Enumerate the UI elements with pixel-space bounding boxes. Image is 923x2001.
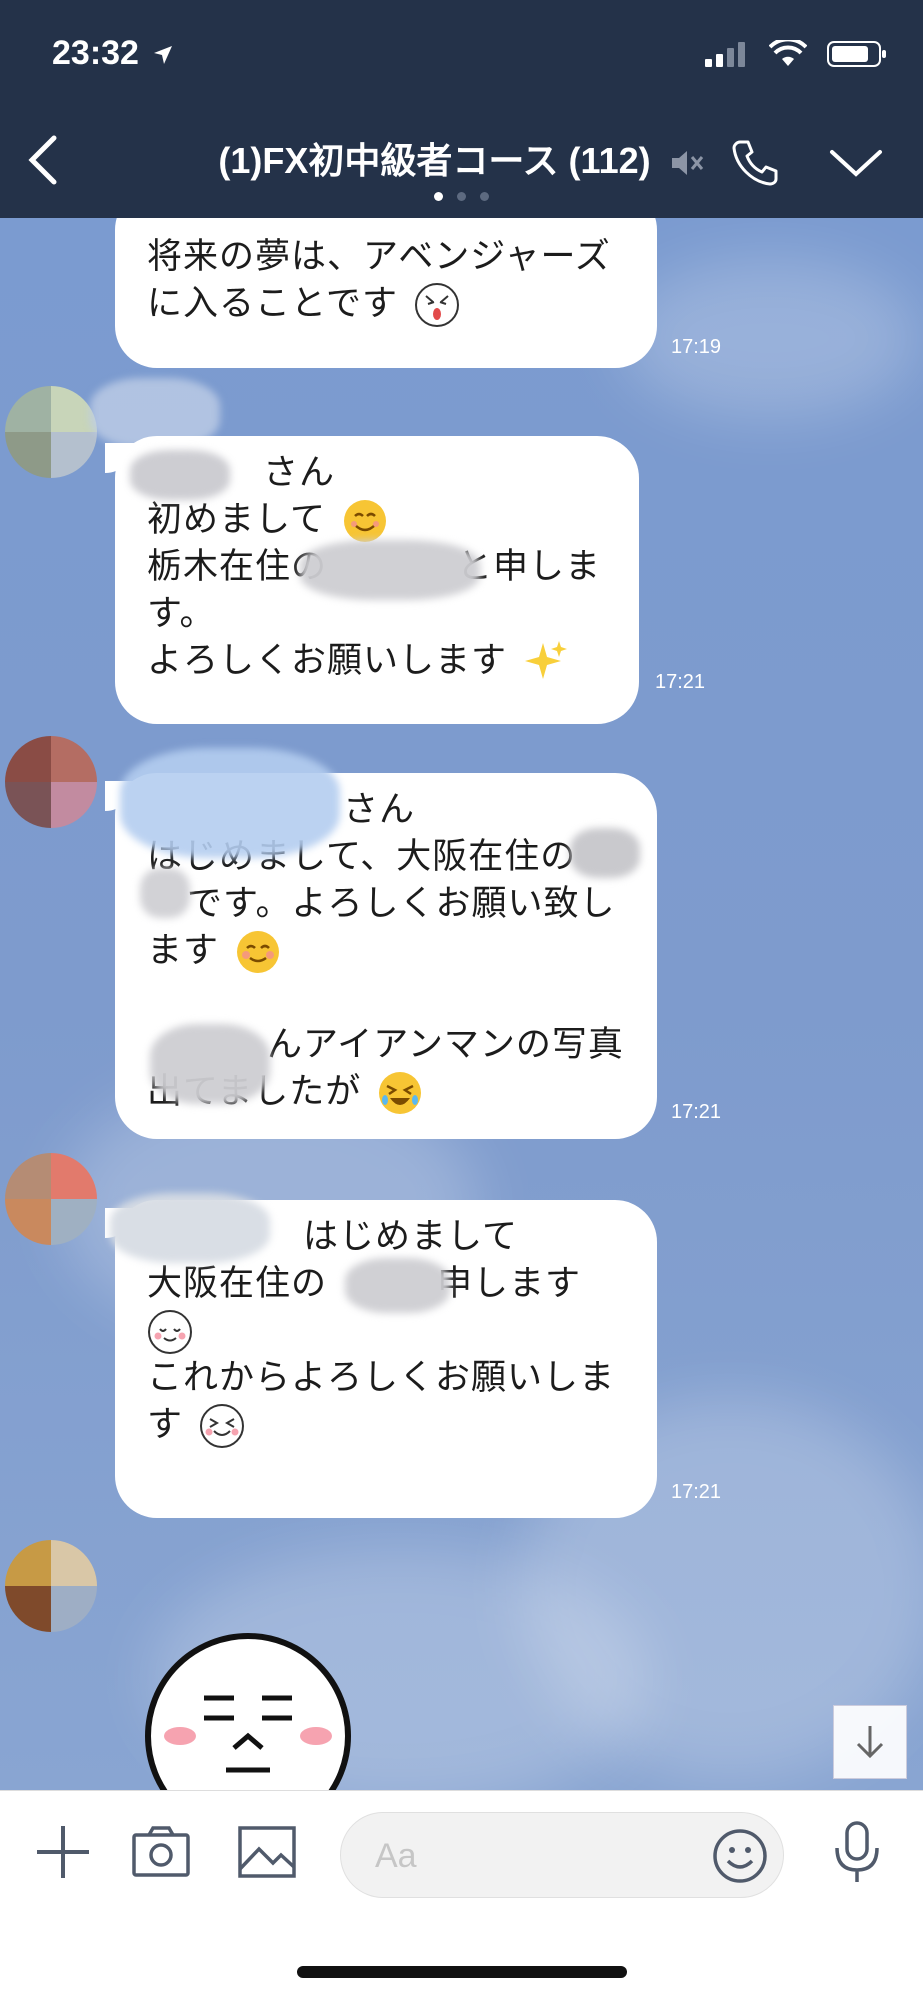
chat-title[interactable]: (1)FX初中級者コース (112) [0,132,923,184]
camera-icon [132,1826,190,1877]
message-time: 17:21 [671,1481,722,1503]
battery-icon [827,41,886,67]
status-icons [705,40,887,68]
blushing-emoji-icon [237,931,280,973]
message-field[interactable] [340,1812,784,1898]
signal-icon [705,42,745,67]
image-icon [238,1826,296,1878]
redacted-region [300,540,480,600]
line-laughing-emoji-icon [200,1404,245,1448]
smiling-emoji-icon [344,500,387,542]
avatar[interactable] [5,1153,97,1245]
avatar[interactable] [5,736,97,828]
sparkles-emoji-icon [525,641,568,679]
surprised-emoji-icon [415,283,460,327]
page-indicator [0,192,923,201]
redacted-region [150,1024,270,1104]
mic-button[interactable] [826,1821,888,1883]
camera-button[interactable] [130,1821,192,1883]
mic-icon [835,1821,879,1882]
plus-button[interactable] [32,1821,94,1883]
redacted-region [110,1193,270,1263]
chevron-down-icon[interactable] [828,144,884,180]
message-time: 17:21 [655,671,706,693]
scroll-down-button[interactable] [833,1705,907,1779]
redacted-region [140,868,190,918]
emoji-icon[interactable] [711,1827,769,1885]
scroll-down-icon [856,1726,884,1759]
plus-icon [37,1826,89,1878]
mute-icon [671,151,703,176]
avatar[interactable] [5,1540,97,1632]
status-bar: 23:32 [0,0,923,110]
avatar[interactable] [5,386,97,478]
redacted-region [120,748,340,858]
status-time: 23:32 [52,34,174,73]
message-bubble[interactable]: 将来の夢は、アベンジャーズ に入ることです [115,218,657,368]
message-time: 17:19 [671,336,722,358]
redacted-region [345,1258,450,1313]
wifi-icon [769,40,807,66]
redacted-region [570,828,640,878]
sticker-image[interactable] [142,1630,354,1790]
message-input[interactable] [373,1831,677,1881]
message-time: 17:21 [671,1101,722,1123]
image-button[interactable] [236,1821,298,1883]
redacted-region [130,450,230,500]
location-arrow-icon [154,46,173,65]
chat-area[interactable]: 将来の夢は、アベンジャーズ に入ることです 17:19 さん 初めまして 栃木在… [0,218,923,1790]
chat-header: (1)FX初中級者コース (112) [0,110,923,218]
home-indicator [297,1966,627,1978]
rofl-emoji-icon [379,1072,422,1114]
phone-icon[interactable] [730,136,782,188]
line-smile-emoji-icon [148,1310,192,1354]
